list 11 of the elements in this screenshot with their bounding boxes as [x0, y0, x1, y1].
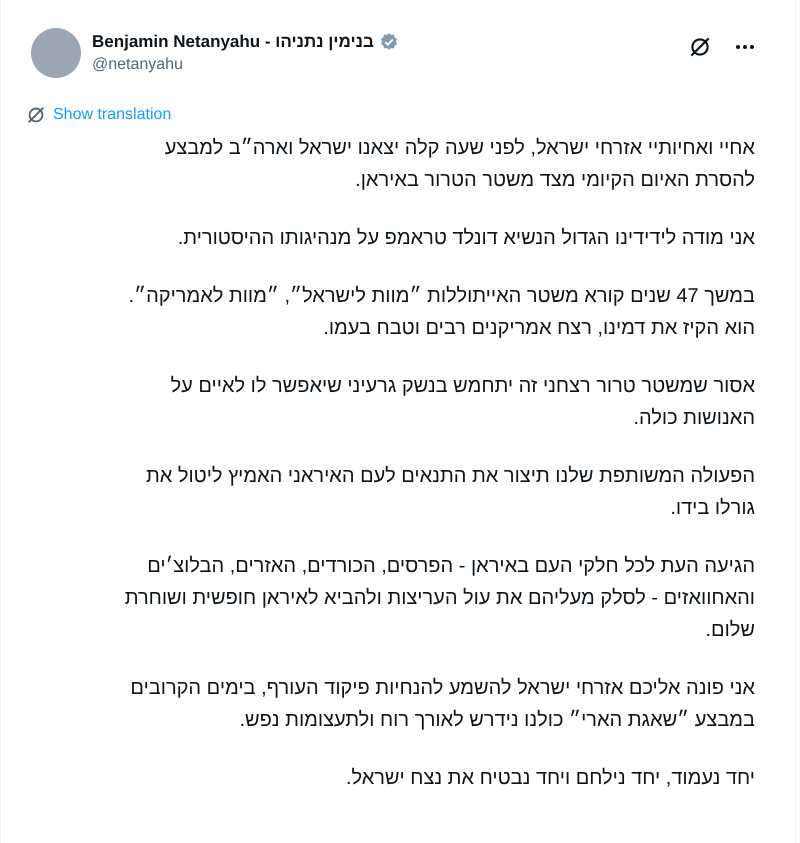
- tweet-paragraph: יחד נעמוד, יחד נילחם ויחד נבטיח את נצח ישראל.: [344, 766, 755, 791]
- tweet-paragraph: הגיעה העת לכל חלקי העם באיראן - הפרסים, הכורדים, האזרים, הבלוצ׳ים והאחוואזים - לסלק מעליהם את עול העריצות ולהביא לאיראן חופשית ושוחרת שלום.: [124, 554, 755, 643]
- tweet-paragraph: אני פונה אליכם אזרחי ישראל להשמע להנחיות פיקוד העורף, בימים הקרובים במבצע ״שאגת הארי״ כולנו נידרש לאורך רוח ולתעצומות נפש.: [129, 676, 755, 733]
- author-name[interactable]: Benjamin Netanyahu - בנימין נתניהו: [92, 32, 374, 52]
- tweet-paragraph: הפעולה המשותפת שלנו תיצור את התנאים לעם האיראני האמיץ ליטול את גורלו בידו.: [144, 464, 755, 521]
- more-options-icon[interactable]: [735, 44, 755, 50]
- author-handle[interactable]: @netanyahu: [92, 56, 676, 74]
- tweet-paragraph: אני מודה לידידינו הגדול הנשיא דונלד טראמפ על מנהיגותו ההיסטורית.: [176, 226, 755, 251]
- tweet-paragraph: במשך 47 שנים קורא משטר האייתוללות ״מוות לישראל״, ״מוות לאמריקה״. הוא הקיז את דמינו, רצח אמריקנים רבים וטבח בעמו.: [128, 284, 755, 341]
- tweet-paragraph: אסור שמשטר טרור רצחני זה יתחמש בנשק גרעיני שיאפשר לו לאיים על האנושות כולה.: [170, 374, 755, 431]
- tweet-paragraph: אחיי ואחיותיי אזרחי ישראל, לפני שעה קלה יצאנו ישראל וארה״ב למבצע להסרת האיום הקיומי מצד משטר הטרור באיראן.: [164, 136, 755, 193]
